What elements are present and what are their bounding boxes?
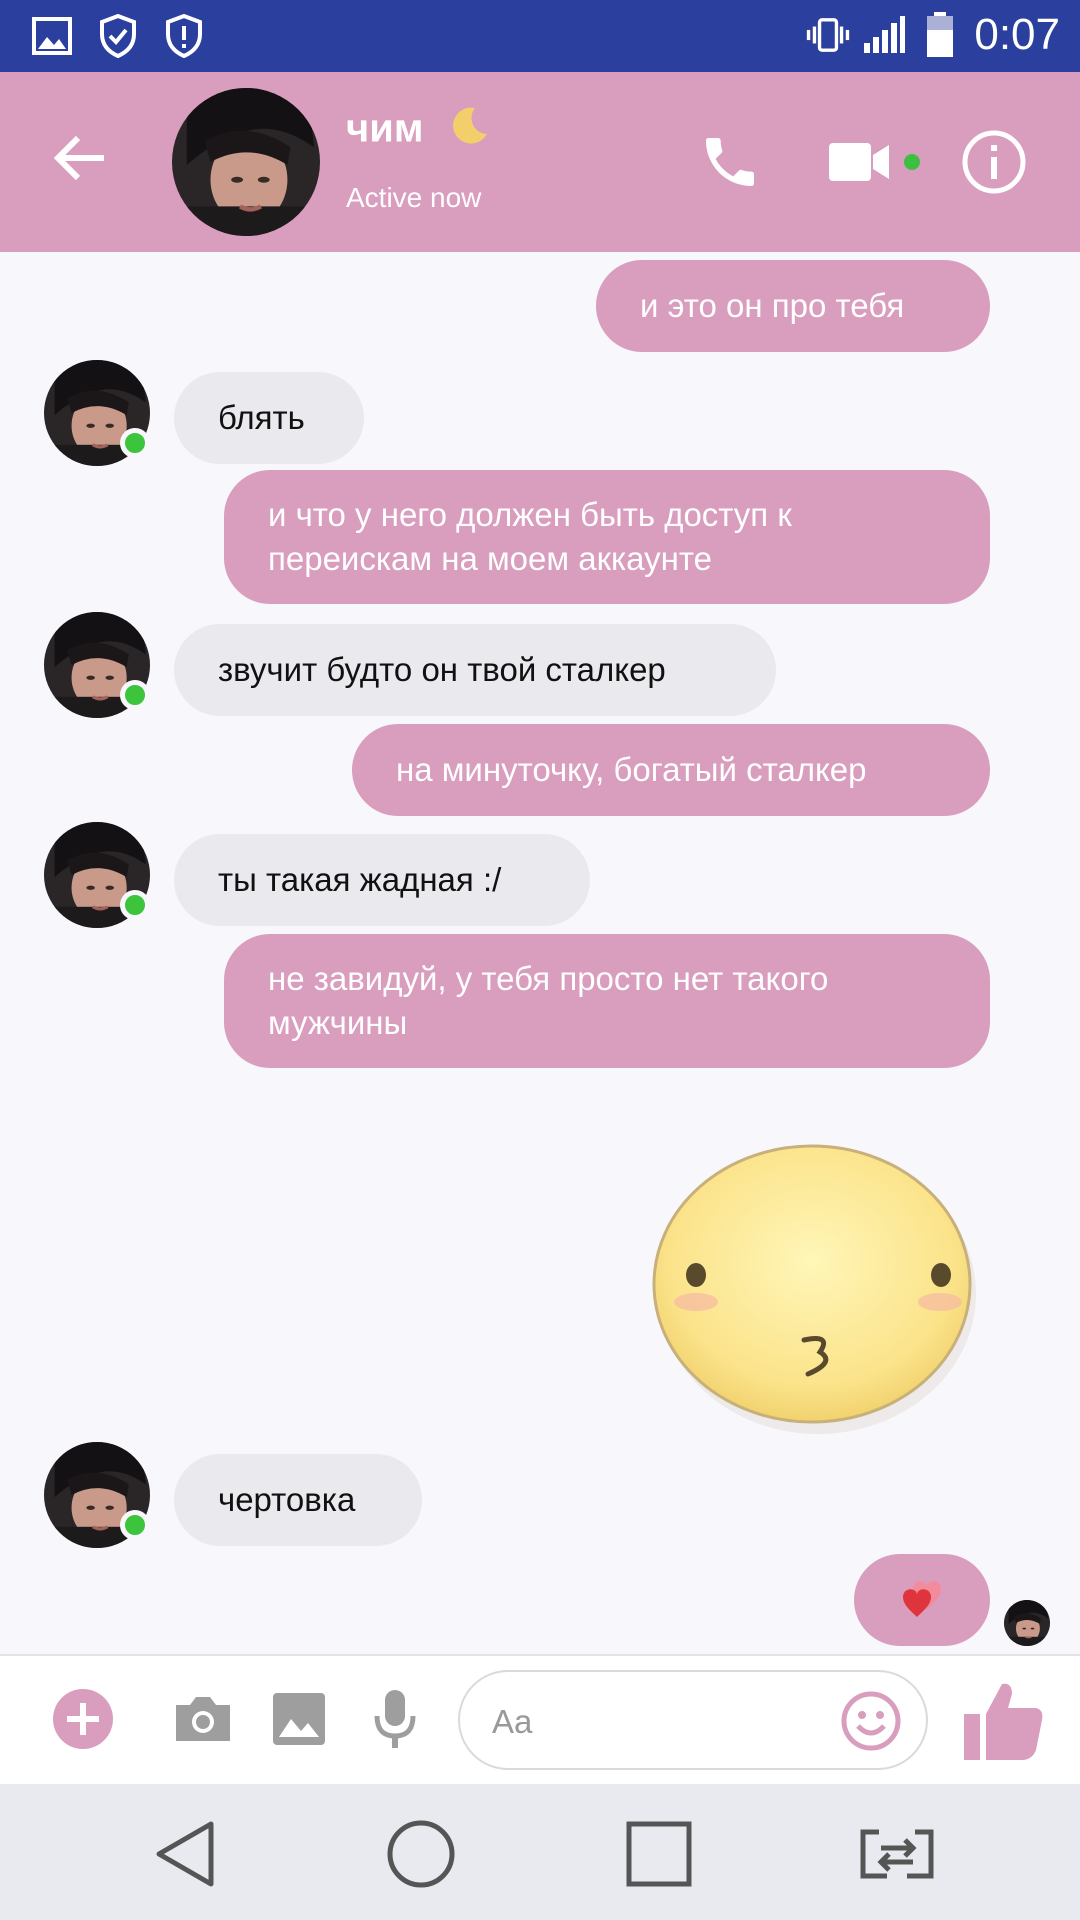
message-list[interactable]: и это он про тебя блять и что у него дол… (0, 252, 1080, 1654)
image-icon (273, 1693, 325, 1745)
video-call-button[interactable] (820, 124, 900, 200)
info-button[interactable] (954, 124, 1034, 200)
message-bubble-incoming[interactable]: блять (174, 372, 364, 464)
status-bar: 0:07 (0, 0, 1080, 72)
clock-time: 0:07 (974, 10, 1060, 59)
shield-check-icon (96, 12, 140, 60)
nav-recents-icon (626, 1821, 692, 1887)
message-bubble-incoming[interactable]: чертовка (174, 1454, 422, 1546)
battery-icon (918, 11, 962, 59)
nav-switch-icon (860, 1829, 934, 1879)
thumbs-up-icon (964, 1683, 1043, 1760)
online-indicator (120, 680, 150, 710)
message-bubble-outgoing[interactable]: и что у него должен быть доступ к переис… (224, 470, 990, 604)
info-icon (962, 130, 1026, 194)
like-button[interactable] (958, 1676, 1048, 1766)
composer-bar (0, 1654, 1080, 1786)
add-button[interactable] (48, 1684, 118, 1754)
chat-header: чим Active now (0, 72, 1080, 252)
active-status: Active now (346, 182, 482, 213)
back-button[interactable] (52, 130, 122, 196)
mic-button[interactable] (360, 1684, 430, 1754)
contact-avatar[interactable] (172, 88, 320, 236)
nav-back-icon (156, 1821, 214, 1887)
smiley-icon (841, 1691, 901, 1751)
message-bubble-outgoing[interactable]: на минуточку, богатый сталкер (352, 724, 990, 816)
gallery-button[interactable] (264, 1684, 334, 1754)
plus-icon (53, 1689, 113, 1749)
camera-icon (176, 1697, 230, 1741)
message-bubble-incoming[interactable]: звучит будто он твой сталкер (174, 624, 776, 716)
message-bubble-incoming[interactable]: ты такая жадная :/ (174, 834, 590, 926)
moon-emoji (447, 104, 491, 158)
vibrate-icon (806, 11, 850, 59)
camera-button[interactable] (168, 1684, 238, 1754)
kiss-sticker[interactable] (640, 1112, 990, 1442)
back-arrow-icon (53, 135, 104, 181)
online-indicator (120, 1510, 150, 1540)
gallery-icon (30, 12, 74, 60)
system-nav-bar (0, 1784, 1080, 1920)
call-button[interactable] (690, 124, 770, 200)
nav-home-button[interactable] (376, 1814, 466, 1894)
signal-icon (862, 11, 906, 59)
video-icon (829, 143, 889, 181)
mic-icon (374, 1690, 416, 1748)
message-composer[interactable] (458, 1670, 928, 1770)
nav-switch-button[interactable] (852, 1814, 942, 1894)
message-bubble-outgoing[interactable]: и это он про тебя (596, 260, 990, 352)
nav-recents-button[interactable] (614, 1814, 704, 1894)
message-input[interactable] (490, 1698, 824, 1746)
message-bubble-outgoing[interactable] (854, 1554, 990, 1646)
heart-emoji (903, 1581, 941, 1617)
shield-alert-icon (162, 12, 206, 60)
video-online-dot (904, 154, 920, 170)
nav-home-icon (387, 1820, 455, 1888)
nav-back-button[interactable] (140, 1814, 230, 1894)
message-bubble-outgoing[interactable]: не завидуй, у тебя просто нет такого муж… (224, 934, 990, 1068)
online-indicator (120, 428, 150, 458)
emoji-button[interactable] (840, 1690, 902, 1752)
contact-name[interactable]: чим (346, 104, 491, 158)
seen-avatar (1004, 1600, 1050, 1646)
phone-icon (706, 138, 754, 186)
online-indicator (120, 890, 150, 920)
